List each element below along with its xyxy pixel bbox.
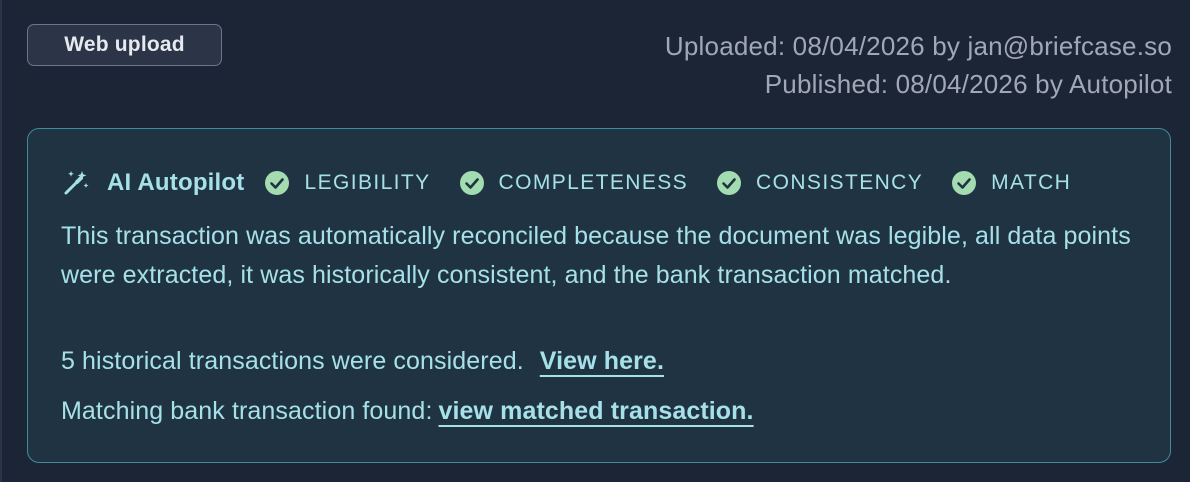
historical-transactions-line: 5 historical transactions were considere… — [61, 347, 664, 376]
check-label: MATCH — [991, 171, 1072, 194]
check-match: MATCH — [951, 170, 1071, 196]
published-info: Published: 08/04/2026 by Autopilot — [764, 69, 1172, 99]
autopilot-checks-row: AI Autopilot LEGIBILITY COMPLETENESS CON… — [61, 167, 1071, 199]
check-circle-icon — [264, 170, 290, 196]
check-label: LEGIBILITY — [304, 171, 431, 194]
bank-match-line: Matching bank transaction found: view mat… — [61, 397, 754, 426]
check-circle-icon — [951, 170, 977, 196]
check-completeness: COMPLETENESS — [459, 170, 689, 196]
view-matched-transaction-link[interactable]: view matched transaction. — [439, 397, 754, 425]
source-tag-web-upload[interactable]: Web upload — [27, 24, 222, 66]
left-divider — [0, 0, 2, 482]
check-label: COMPLETENESS — [498, 171, 689, 194]
uploaded-info: Uploaded: 08/04/2026 by jan@briefcase.so — [664, 31, 1172, 61]
check-circle-icon — [716, 170, 742, 196]
check-consistency: CONSISTENCY — [716, 170, 923, 196]
check-legibility: LEGIBILITY — [264, 170, 430, 196]
autopilot-description: This transaction was automatically recon… — [61, 222, 1131, 289]
magic-wand-icon — [61, 168, 91, 198]
ai-autopilot-card: AI Autopilot LEGIBILITY COMPLETENESS CON… — [27, 128, 1171, 463]
check-label: CONSISTENCY — [756, 171, 924, 194]
autopilot-title: AI Autopilot — [107, 169, 245, 196]
source-tag-label: Web upload — [64, 33, 185, 56]
check-circle-icon — [459, 170, 485, 196]
historical-transactions-text: 5 historical transactions were considere… — [61, 347, 524, 375]
upload-meta: Uploaded: 08/04/2026 by jan@briefcase.so… — [665, 27, 1172, 103]
bank-match-text: Matching bank transaction found: — [61, 397, 433, 425]
view-historical-link[interactable]: View here. — [540, 347, 664, 375]
